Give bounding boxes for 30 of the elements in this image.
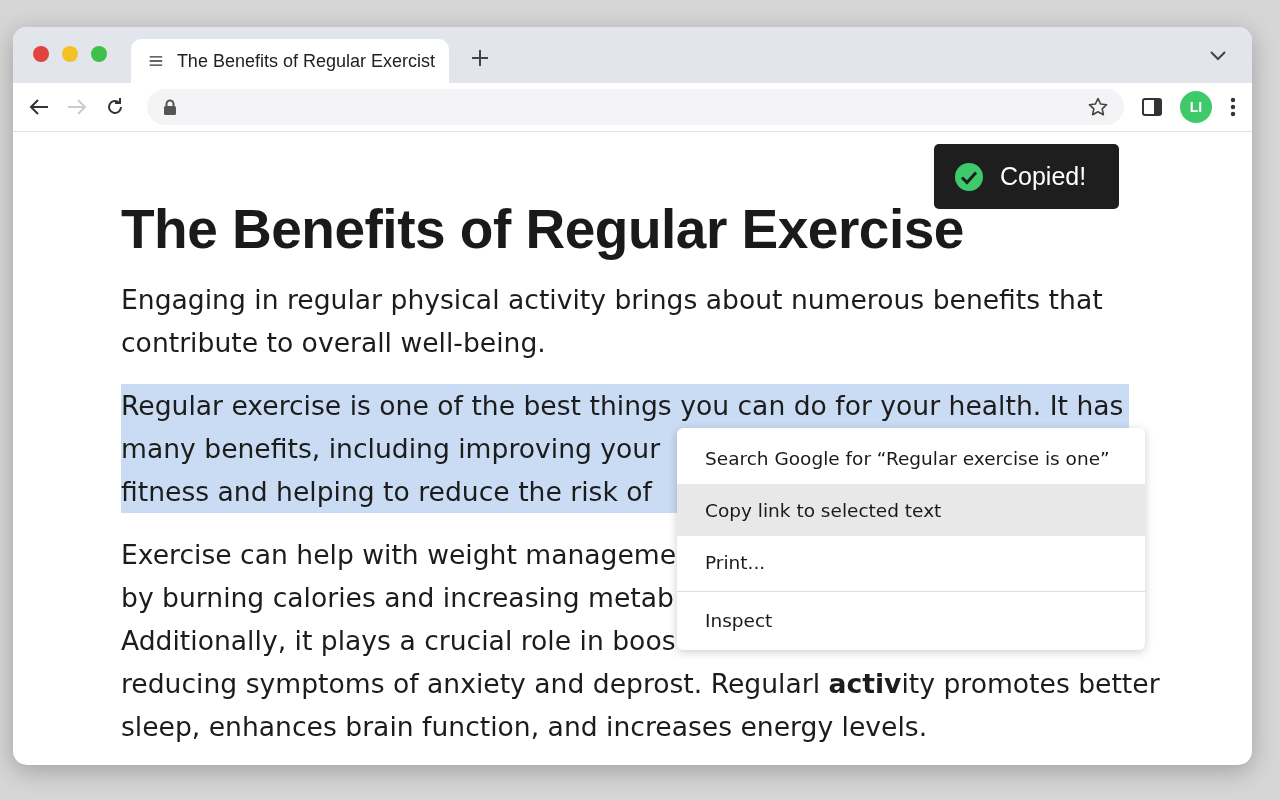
paragraph-line: contribute to overall well-being. <box>121 326 546 360</box>
paragraph-line: Regular exercise is one of the best things you can do for your health. It has <box>121 389 1124 423</box>
paragraph-line: by burning calories and increasing metab <box>121 581 674 615</box>
new-tab-icon[interactable] <box>471 49 489 67</box>
paragraph-line: reducing symptoms of anxiety and deprost. Regularl activity promotes better <box>121 667 1160 701</box>
side-panel-icon[interactable] <box>1142 98 1162 116</box>
toast-message: Copied! <box>1000 162 1087 191</box>
check-circle-icon <box>954 161 984 192</box>
context-menu-item[interactable]: Copy link to selected text <box>677 484 1145 536</box>
browser-tab[interactable]: The Benefits of Regular Exercist <box>131 39 449 83</box>
context-menu-item[interactable]: Print... <box>677 536 1145 588</box>
lock-icon <box>163 98 177 116</box>
window-control-dot[interactable] <box>62 46 78 62</box>
chevron-down-icon[interactable] <box>1210 51 1226 61</box>
context-menu-item[interactable]: Inspect <box>677 594 1145 646</box>
context-menu-item[interactable]: Search Google for “Regular exercise is one” <box>677 432 1145 484</box>
window-control-dot[interactable] <box>33 46 49 62</box>
menu-icon[interactable] <box>149 53 163 69</box>
window-control-dot[interactable] <box>91 46 107 62</box>
article-title: The Benefits of Regular Exercise <box>121 197 965 262</box>
paragraph-line: sleep, enhances brain function, and increases energy levels. <box>121 710 928 744</box>
paragraph-line: Engaging in regular physical activity brings about numerous benefits that <box>121 283 1103 317</box>
paragraph-line: Exercise can help with weight manageme <box>121 538 677 572</box>
paragraph-line: fitness and helping to reduce the risk of <box>121 475 652 509</box>
paragraph-line: many benefits, including improving your <box>121 432 661 466</box>
star-icon[interactable] <box>1088 97 1108 117</box>
back-icon[interactable] <box>29 98 49 116</box>
reload-icon[interactable] <box>105 97 125 117</box>
paragraph-line: Additionally, it plays a crucial role in boos <box>121 624 676 658</box>
more-menu-icon[interactable] <box>1230 97 1236 117</box>
